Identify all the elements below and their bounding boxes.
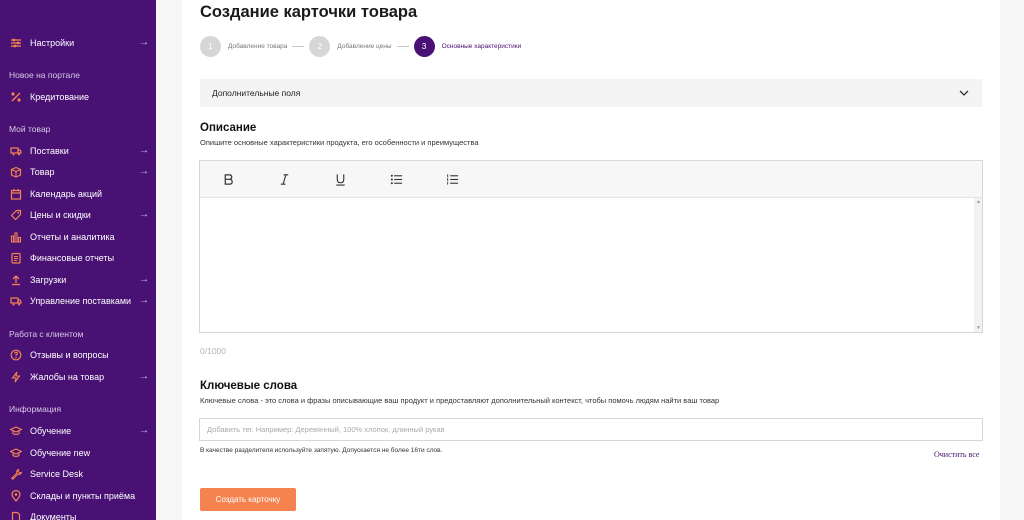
sidebar-item-label: Товар (30, 167, 55, 177)
sidebar-item-label: Service Desk (30, 469, 84, 479)
step-divider (292, 45, 305, 47)
sidebar-item-financial[interactable]: Финансовые отчеты (9, 248, 149, 268)
sidebar-item-reviews[interactable]: Отзывы и вопросы (9, 345, 149, 365)
sidebar-item-label: Обучение new (30, 448, 91, 458)
sidebar-item-label: Отзывы и вопросы (30, 350, 109, 360)
step-2-number[interactable]: 2 (309, 35, 331, 57)
sidebar-item-learning[interactable]: Обучение → (9, 421, 149, 441)
description-editor: ▲ ▼ (199, 160, 983, 333)
sidebar-item-label: Финансовые отчеты (30, 253, 115, 263)
editor-toolbar (200, 161, 982, 198)
step-1-label[interactable]: Добавление товара (228, 43, 287, 50)
sidebar-item-label: Документы (30, 512, 77, 520)
keywords-input[interactable] (199, 418, 983, 441)
map-pin-icon (9, 489, 23, 503)
sidebar-item-learning-new[interactable]: Обучение new (9, 443, 149, 463)
sidebar-item-uploads[interactable]: Загрузки → (9, 270, 149, 290)
step-2-label[interactable]: Добавление цены (337, 43, 391, 50)
percent-icon (9, 90, 23, 104)
create-card-button[interactable]: Создать карточку (200, 488, 296, 511)
sidebar-item-warehouses[interactable]: Склады и пункты приёма (9, 486, 149, 506)
sidebar-section-new: Новое на портале (9, 70, 80, 80)
truck-icon (9, 144, 23, 158)
scroll-down-icon[interactable]: ▼ (976, 325, 981, 331)
sidebar-item-calendar[interactable]: Календарь акций (9, 184, 149, 204)
arrow-right-icon: → (139, 371, 149, 382)
character-counter: 0/1000 (200, 346, 226, 356)
keywords-hint: В качестве разделителя используйте запят… (200, 447, 443, 454)
sidebar-item-label: Кредитование (30, 92, 90, 102)
sidebar-item-prices[interactable]: Цены и скидки → (9, 205, 149, 225)
sidebar-item-label: Загрузки (30, 275, 67, 285)
main-content: Создание карточки товара 1 Добавление то… (182, 0, 1000, 520)
calendar-icon (9, 187, 23, 201)
tag-icon (9, 208, 23, 222)
box-icon (9, 165, 23, 179)
sidebar-item-label: Жалобы на товар (30, 372, 105, 382)
sidebar-item-label: Настройки (30, 38, 75, 48)
sidebar-item-settings[interactable]: Настройки → (9, 33, 149, 53)
arrow-right-icon: → (139, 425, 149, 436)
sidebar-item-service-desk[interactable]: Service Desk (9, 464, 149, 484)
sidebar-item-label: Управление поставками (30, 296, 132, 306)
sidebar-item-supply-management[interactable]: Управление поставками → (9, 291, 149, 311)
file-icon (9, 510, 23, 520)
wrench-icon (9, 467, 23, 481)
chevron-down-icon (959, 90, 969, 96)
italic-icon[interactable] (274, 170, 294, 188)
scroll-up-icon[interactable]: ▲ (976, 199, 981, 205)
description-title: Описание (200, 122, 257, 134)
page-title: Создание карточки товара (200, 3, 418, 21)
sidebar-item-label: Календарь акций (30, 189, 103, 199)
step-3-label[interactable]: Основные характеристики (442, 43, 522, 50)
keywords-title: Ключевые слова (200, 380, 298, 392)
sidebar-item-label: Цены и скидки (30, 210, 91, 220)
arrow-right-icon: → (139, 295, 149, 306)
arrow-right-icon: → (139, 145, 149, 156)
step-1-number[interactable]: 1 (200, 35, 221, 57)
keywords-subtitle: Ключевые слова - это слова и фразы описы… (200, 396, 720, 405)
sidebar-section-my-product: Мой товар (9, 124, 51, 134)
arrow-right-icon: → (139, 274, 149, 285)
accordion-label: Дополнительные поля (212, 88, 301, 98)
sidebar-section-clients: Работа с клиентом (9, 329, 84, 339)
sidebar-item-label: Поставки (30, 146, 69, 156)
settings-sliders-icon (9, 36, 23, 50)
sidebar: Настройки → Новое на портале Кредитовани… (0, 0, 156, 520)
graduation-cap-icon (9, 424, 23, 438)
sidebar-item-deliveries[interactable]: Поставки → (9, 141, 149, 161)
description-textarea[interactable] (200, 198, 982, 332)
sidebar-item-documents[interactable]: Документы (9, 507, 149, 520)
step-3-number[interactable]: 3 (413, 35, 435, 57)
sidebar-item-label: Отчеты и аналитика (30, 232, 115, 242)
bold-icon[interactable] (218, 170, 238, 188)
additional-fields-accordion[interactable]: Дополнительные поля (200, 79, 982, 107)
numbered-list-icon[interactable] (442, 170, 462, 188)
stepper: 1 Добавление товара 2 Добавление цены 3 … (200, 35, 521, 57)
arrow-right-icon: → (139, 166, 149, 177)
question-icon (9, 348, 23, 362)
sidebar-item-complaints[interactable]: Жалобы на товар → (9, 367, 149, 387)
sidebar-item-product[interactable]: Товар → (9, 162, 149, 182)
editor-scrollbar[interactable]: ▲ ▼ (974, 198, 982, 332)
document-icon (9, 251, 23, 265)
lightning-icon (9, 370, 23, 384)
clear-all-link[interactable]: Очистить все (934, 450, 979, 459)
description-subtitle: Опишите основные характеристики продукта… (200, 138, 479, 147)
upload-icon (9, 273, 23, 287)
bulleted-list-icon[interactable] (386, 170, 406, 188)
sidebar-item-label: Обучение (30, 426, 72, 436)
underline-icon[interactable] (330, 170, 350, 188)
sidebar-item-credit[interactable]: Кредитование (9, 87, 149, 107)
sidebar-section-info: Информация (9, 404, 62, 414)
arrow-right-icon: → (139, 37, 149, 48)
graduation-cap-icon (9, 446, 23, 460)
sidebar-item-reports[interactable]: Отчеты и аналитика (9, 227, 149, 247)
step-divider (396, 45, 409, 47)
delivery-icon (9, 294, 23, 308)
bar-chart-icon (9, 230, 23, 244)
sidebar-item-label: Склады и пункты приёма (30, 491, 136, 501)
arrow-right-icon: → (139, 209, 149, 220)
